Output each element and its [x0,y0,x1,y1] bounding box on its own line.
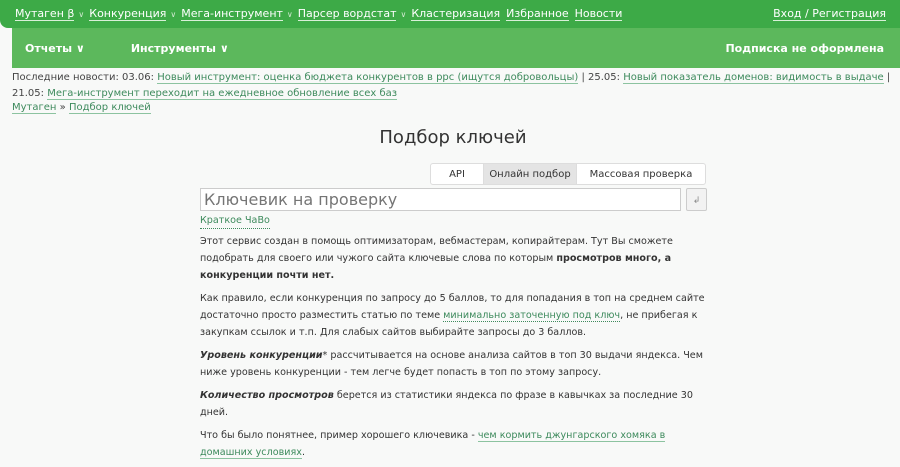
faq-link[interactable]: Краткое ЧаВо [200,214,270,229]
news-date: 21.05: [12,88,44,99]
chevron-down-icon: ∨ [75,41,85,55]
nav-mega-tool[interactable]: Мега-инструмент [181,7,283,21]
targeted-link[interactable]: минимально заточенную под ключ [443,310,621,322]
news-link[interactable]: Новый инструмент: оценка бюджета конкуре… [157,72,579,84]
news-date: 25.05: [588,72,621,83]
nav-konkurenciya[interactable]: Конкуренция [89,7,167,21]
tab-online[interactable]: Онлайн подбор [484,164,577,184]
chevron-down-icon[interactable]: ∨ [287,10,293,19]
sub-nav: Отчеты ∨ Инструменты ∨ Подписка не оформ… [12,28,900,68]
subscription-status[interactable]: Подписка не оформлена [725,42,884,55]
nav-wordstat-parser[interactable]: Парсер вордстат [297,7,397,21]
mode-tabs: API Онлайн подбор Массовая проверка [430,163,706,185]
menu-reports-label: Отчеты [25,41,73,55]
menu-tools[interactable]: Инструменты ∨ [131,42,229,55]
paragraph: Этот сервис создан в помощь оптимизатора… [200,233,710,284]
paragraph: Что бы было понятнее, пример хорошего кл… [200,427,710,461]
news-date: 03.06: [122,72,155,83]
news-bar: Последние новости: 03.06: Новый инструме… [12,70,892,102]
term-views: Количество просмотров [200,390,334,401]
keyword-input[interactable] [200,188,681,211]
chevron-down-icon: ∨ [219,41,229,55]
breadcrumb: Мутаген » Подбор ключей [12,102,151,114]
login-link[interactable]: Вход / Регистрация [773,7,886,21]
chevron-down-icon[interactable]: ∨ [170,10,176,19]
chevron-down-icon[interactable]: ∨ [78,10,84,19]
news-link[interactable]: Новый показатель доменов: видимость в вы… [623,72,884,84]
nav-favorites[interactable]: Избранное [506,7,569,21]
nav-news[interactable]: Новости [574,7,623,21]
top-nav: Мутаген β ∨ Конкуренция ∨ Мега-инструмент ∨… [0,0,900,28]
breadcrumb-root[interactable]: Мутаген [12,102,57,114]
page-title: Подбор ключей [379,127,527,148]
menu-tools-label: Инструменты [130,41,216,55]
chevron-down-icon[interactable]: ∨ [400,10,406,19]
news-label: Последние новости: [12,72,119,83]
nav-mutagen[interactable]: Мутаген β [15,7,75,21]
paragraph: Уровень конкуренции* рассчитывается на о… [200,347,710,381]
tab-api[interactable]: API [431,164,484,184]
text: . [301,447,305,458]
paragraph: Как правило, если конкуренция по запросу… [200,290,710,341]
breadcrumb-current[interactable]: Подбор ключей [68,102,151,114]
text: Что бы было понятнее, пример хорошего кл… [200,430,478,441]
menu-reports[interactable]: Отчеты ∨ [25,42,85,55]
paragraph: Количество просмотров берется из статист… [200,387,710,421]
news-link[interactable]: Мега-инструмент переходит на ежедневное … [47,88,398,100]
description: Краткое ЧаВо Этот сервис создан в помощь… [200,212,710,467]
breadcrumb-separator: » [59,102,66,113]
nav-clustering[interactable]: Кластеризация [411,7,501,21]
news-separator: | [886,72,891,83]
term-competition: Уровень конкуренции [200,350,323,361]
tab-bulk-check[interactable]: Массовая проверка [577,164,705,184]
news-separator: | [581,72,585,83]
submit-button[interactable]: ↲ [686,188,707,211]
